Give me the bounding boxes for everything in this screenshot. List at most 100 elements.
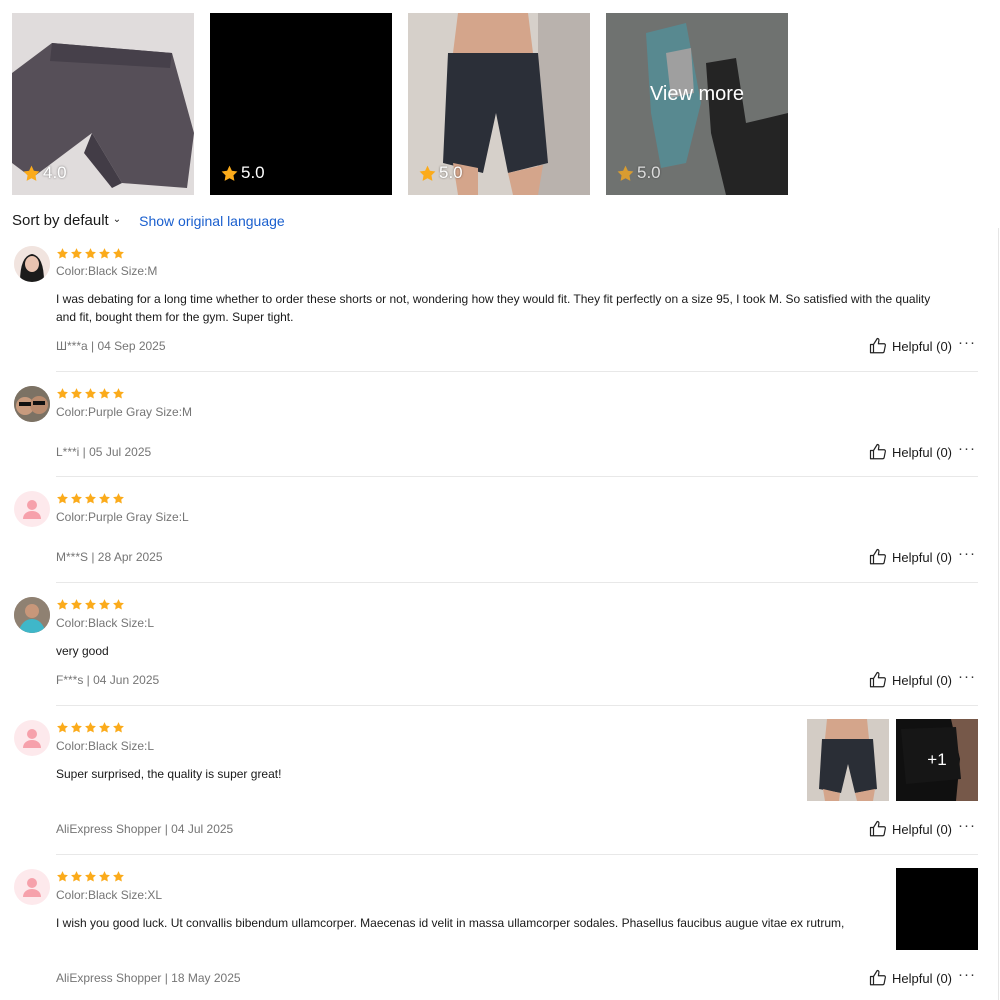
star-icon bbox=[57, 248, 68, 259]
review-author-date: AliExpress Shopper | 18 May 2025 bbox=[56, 971, 241, 985]
person-shorts-photo bbox=[807, 719, 889, 801]
review-image-gallery: 4.0 5.0 5.0 View more 5.0 bbox=[12, 13, 788, 195]
view-more-label: View more bbox=[649, 82, 745, 105]
star-rating bbox=[56, 870, 125, 883]
sort-bar: Sort by default ⌄ Show original language bbox=[12, 212, 285, 229]
review-photo[interactable] bbox=[807, 719, 889, 801]
review-item: Color:Purple Gray Size:L M***S | 28 Apr … bbox=[12, 485, 978, 583]
star-icon bbox=[113, 871, 124, 882]
rating-value: 5.0 bbox=[637, 163, 661, 182]
default-user-icon bbox=[23, 500, 41, 519]
review-variant: Color:Black Size:M bbox=[56, 264, 158, 278]
more-options-icon[interactable]: ··· bbox=[958, 668, 976, 685]
rating-value: 4.0 bbox=[43, 163, 67, 182]
star-icon bbox=[113, 599, 124, 610]
review-text: very good bbox=[56, 644, 109, 658]
star-icon bbox=[113, 722, 124, 733]
review-author-date: L***i | 05 Jul 2025 bbox=[56, 445, 152, 459]
divider bbox=[56, 476, 978, 477]
more-options-icon[interactable]: ··· bbox=[958, 440, 976, 457]
helpful-button[interactable]: Helpful (0) bbox=[869, 337, 952, 355]
avatar bbox=[14, 720, 50, 756]
gallery-rating-4: 5.0 bbox=[616, 163, 661, 183]
rating-value: 5.0 bbox=[241, 163, 265, 182]
divider bbox=[56, 371, 978, 372]
show-original-language-link[interactable]: Show original language bbox=[139, 213, 285, 229]
avatar bbox=[14, 386, 50, 422]
avatar bbox=[14, 869, 50, 905]
rating-value: 5.0 bbox=[439, 163, 463, 182]
review-variant: Color:Black Size:L bbox=[56, 739, 155, 753]
sort-dropdown[interactable]: Sort by default ⌄ bbox=[12, 212, 121, 229]
review-variant: Color:Black Size:L bbox=[56, 616, 155, 630]
review-text: Super surprised, the quality is super gr… bbox=[56, 767, 282, 781]
star-icon bbox=[57, 871, 68, 882]
gallery-image-1[interactable]: 4.0 bbox=[12, 13, 194, 195]
divider bbox=[56, 854, 978, 855]
helpful-button[interactable]: Helpful (0) bbox=[869, 820, 952, 838]
star-icon bbox=[113, 493, 124, 504]
star-icon bbox=[85, 388, 96, 399]
review-item: Color:Black Size:L very good F***s | 04 … bbox=[12, 591, 978, 706]
review-author-date: M***S | 28 Apr 2025 bbox=[56, 550, 163, 564]
divider bbox=[56, 705, 978, 706]
star-icon bbox=[57, 722, 68, 733]
more-options-icon[interactable]: ··· bbox=[958, 545, 976, 562]
star-icon bbox=[71, 493, 82, 504]
helpful-label: Helpful (0) bbox=[892, 549, 952, 565]
review-text: I wish you good luck. Ut convallis biben… bbox=[56, 916, 845, 930]
more-options-icon[interactable]: ··· bbox=[958, 966, 976, 983]
thumbs-up-icon bbox=[869, 548, 887, 565]
helpful-button[interactable]: Helpful (0) bbox=[869, 443, 952, 461]
star-icon bbox=[57, 599, 68, 610]
star-icon bbox=[57, 388, 68, 399]
default-user-icon bbox=[23, 729, 41, 748]
review-photo[interactable] bbox=[896, 868, 978, 950]
star-icon bbox=[221, 165, 238, 181]
star-icon bbox=[71, 599, 82, 610]
review-item: Color:Black Size:M I was debating for a … bbox=[12, 240, 978, 372]
star-icon bbox=[71, 722, 82, 733]
helpful-button[interactable]: Helpful (0) bbox=[869, 969, 952, 987]
helpful-label: Helpful (0) bbox=[892, 672, 952, 688]
review-variant: Color:Purple Gray Size:M bbox=[56, 405, 193, 419]
gallery-image-2[interactable]: 5.0 bbox=[210, 13, 392, 195]
thumbs-up-icon bbox=[869, 443, 887, 460]
more-options-icon[interactable]: ··· bbox=[958, 334, 976, 351]
review-author-date: Ш***а | 04 Sep 2025 bbox=[56, 339, 166, 353]
review-author-date: AliExpress Shopper | 04 Jul 2025 bbox=[56, 822, 234, 836]
star-icon bbox=[99, 493, 110, 504]
review-text: I was debating for a long time whether t… bbox=[56, 292, 931, 324]
star-rating bbox=[56, 598, 125, 611]
helpful-button[interactable]: Helpful (0) bbox=[869, 548, 952, 566]
review-item: Color:Black Size:L Super surprised, the … bbox=[12, 714, 978, 855]
divider bbox=[56, 582, 978, 583]
star-icon bbox=[85, 248, 96, 259]
review-item: Color:Purple Gray Size:M L***i | 05 Jul … bbox=[12, 380, 978, 477]
review-item: Color:Black Size:XL I wish you good luck… bbox=[12, 863, 978, 1000]
gallery-image-3[interactable]: 5.0 bbox=[408, 13, 590, 195]
avatar bbox=[14, 246, 50, 282]
helpful-label: Helpful (0) bbox=[892, 338, 952, 354]
thumbs-up-icon bbox=[869, 671, 887, 688]
helpful-label: Helpful (0) bbox=[892, 444, 952, 460]
star-rating bbox=[56, 387, 125, 400]
star-icon bbox=[419, 165, 436, 181]
star-icon bbox=[99, 871, 110, 882]
gallery-rating-2: 5.0 bbox=[220, 163, 265, 183]
scroll-divider bbox=[998, 228, 999, 1000]
default-user-icon bbox=[23, 878, 41, 897]
more-options-icon[interactable]: ··· bbox=[958, 817, 976, 834]
gallery-image-4[interactable]: View more 5.0 bbox=[606, 13, 788, 195]
avatar bbox=[14, 597, 50, 633]
gallery-rating-3: 5.0 bbox=[418, 163, 463, 183]
star-icon bbox=[99, 722, 110, 733]
gallery-rating-1: 4.0 bbox=[22, 163, 67, 183]
star-icon bbox=[23, 165, 40, 181]
star-icon bbox=[99, 599, 110, 610]
helpful-button[interactable]: Helpful (0) bbox=[869, 671, 952, 689]
review-photo[interactable]: +1 bbox=[896, 719, 978, 801]
helpful-label: Helpful (0) bbox=[892, 970, 952, 986]
sort-label: Sort by default bbox=[12, 212, 109, 229]
review-author-date: F***s | 04 Jun 2025 bbox=[56, 673, 160, 687]
